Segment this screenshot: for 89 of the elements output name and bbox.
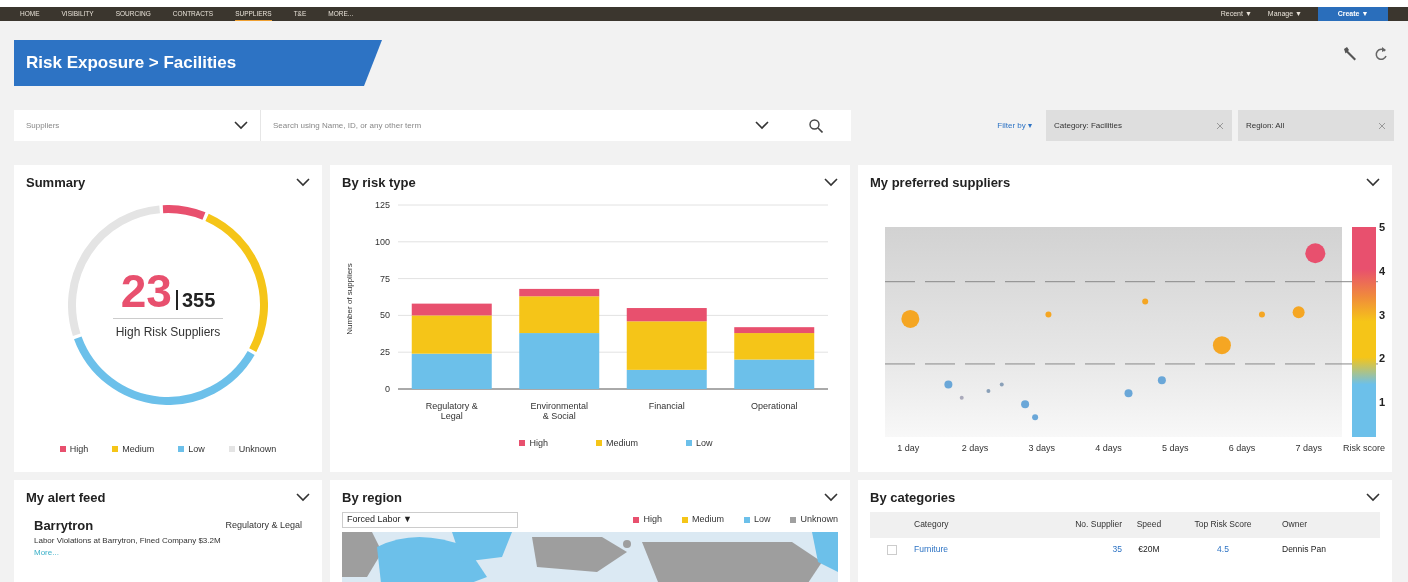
supplier-bubble	[1157, 375, 1166, 384]
legend-label: Unknown	[238, 442, 277, 456]
card-title: By categories	[870, 489, 956, 507]
refresh-icon[interactable]	[1374, 46, 1388, 62]
x-axis-label: 1 day	[897, 441, 920, 455]
chevron-down-icon[interactable]	[824, 493, 838, 503]
search-field[interactable]: Search using Name, ID, or any other term	[261, 110, 781, 141]
supplier-bubble	[1258, 311, 1265, 317]
filter-chip[interactable]: Category: Facilities	[1046, 110, 1232, 141]
x-axis-label: Financial	[647, 400, 686, 413]
x-axis-label: 2 days	[961, 441, 989, 455]
legend-label: High	[529, 436, 548, 450]
scale-tick-label: 3	[1379, 308, 1386, 320]
x-axis-label: 6 days	[1228, 441, 1256, 455]
supplier-bubble	[1124, 388, 1133, 397]
card-title: My preferred suppliers	[870, 174, 1011, 192]
x-axis-label: Regulatory & Legal	[424, 400, 479, 421]
x-axis-label: 3 days	[1028, 441, 1056, 455]
y-tick-label: 0	[385, 383, 390, 394]
page-title: Risk Exposure > Facilities	[26, 52, 237, 75]
chevron-down-icon[interactable]	[1366, 493, 1380, 503]
row-checkbox[interactable]	[887, 544, 897, 555]
table-cell-text: €20M	[1137, 543, 1161, 556]
legend-label: Low	[188, 442, 205, 456]
legend-label: Low	[696, 436, 713, 450]
y-tick-label: 125	[374, 199, 390, 210]
y-tick-label: 100	[374, 236, 390, 247]
y-tick-label: 25	[380, 346, 390, 357]
y-tick-label: 50	[380, 309, 390, 320]
total-count: 355	[175, 290, 216, 310]
chevron-down-icon[interactable]	[296, 178, 310, 188]
x-axis-label: 4 days	[1095, 441, 1122, 455]
x-axis-label: 7 days	[1295, 441, 1322, 455]
scale-tick-label: 1	[1379, 395, 1386, 408]
chevron-down-icon[interactable]	[296, 493, 310, 503]
filter-by-link[interactable]: Filter by ▾	[997, 119, 1032, 132]
x-axis-label: Environmental & Social	[529, 400, 589, 421]
risk-type-dropdown[interactable]: Forced Labor ▼	[342, 511, 518, 528]
legend-label: Medium	[691, 512, 724, 526]
supplier-bubble	[1292, 305, 1305, 318]
column-header[interactable]: Speed	[1122, 518, 1176, 531]
legend-label: High	[643, 512, 662, 526]
table-cell-text: 4.5	[1216, 543, 1230, 556]
column-header[interactable]: Category	[914, 518, 1044, 531]
chevron-down-icon[interactable]	[1366, 178, 1380, 188]
scope-dropdown[interactable]: Suppliers	[14, 110, 260, 141]
table-cell-text: 35	[1111, 543, 1122, 556]
scale-tick-label: 5	[1379, 220, 1386, 233]
supplier-bubble	[901, 309, 920, 328]
chevron-down-icon[interactable]	[755, 121, 769, 130]
scale-tick-label: 4	[1379, 264, 1386, 277]
count-caption: High Risk Suppliers	[115, 324, 221, 341]
supplier-bubble	[959, 395, 964, 400]
alert-text: Labor Violations at Barrytron, Fined Company $3.2M	[34, 535, 222, 547]
card-title: Summary	[26, 174, 86, 192]
filter-chip[interactable]: Region: All	[1238, 110, 1394, 141]
chevron-down-icon[interactable]	[234, 121, 248, 130]
high-risk-count: 23	[120, 268, 172, 314]
y-axis-label: Number of suppliers	[344, 262, 355, 335]
legend-label: Medium	[606, 436, 638, 450]
scale-label: Risk score	[1343, 441, 1385, 455]
table-cell-text: Dennis Pan	[1281, 543, 1327, 556]
y-tick-label: 75	[380, 273, 390, 284]
supplier-bubble	[1212, 335, 1231, 354]
x-axis-label: Operational	[750, 400, 799, 413]
card-title: By region	[342, 489, 402, 507]
column-header[interactable]: No. Supplier	[1044, 518, 1122, 531]
scale-tick-label: 2	[1379, 351, 1386, 364]
alert-category: Regulatory & Legal	[225, 518, 302, 532]
supplier-bubble	[1045, 311, 1052, 317]
search-button[interactable]	[781, 110, 851, 141]
x-axis-label: 5 days	[1161, 441, 1189, 455]
column-header[interactable]: Owner	[1270, 518, 1350, 531]
supplier-bubble	[986, 388, 991, 393]
supplier-bubble	[1305, 242, 1326, 263]
alert-supplier-name: Barrytron	[34, 516, 94, 535]
supplier-bubble	[999, 382, 1004, 386]
supplier-bubble	[1142, 297, 1149, 304]
table-cell[interactable]: Furniture	[914, 543, 1044, 556]
legend-label: Low	[753, 512, 771, 526]
legend-label: Unknown	[800, 512, 838, 526]
wrench-icon[interactable]	[1342, 46, 1358, 62]
chevron-down-icon[interactable]	[824, 178, 838, 188]
card-title: My alert feed	[26, 489, 106, 507]
card-title: By risk type	[342, 174, 416, 192]
legend-label: High	[69, 442, 89, 456]
column-header[interactable]: Top Risk Score	[1176, 518, 1270, 531]
legend-label: Medium	[122, 442, 155, 456]
search-icon	[809, 118, 823, 133]
